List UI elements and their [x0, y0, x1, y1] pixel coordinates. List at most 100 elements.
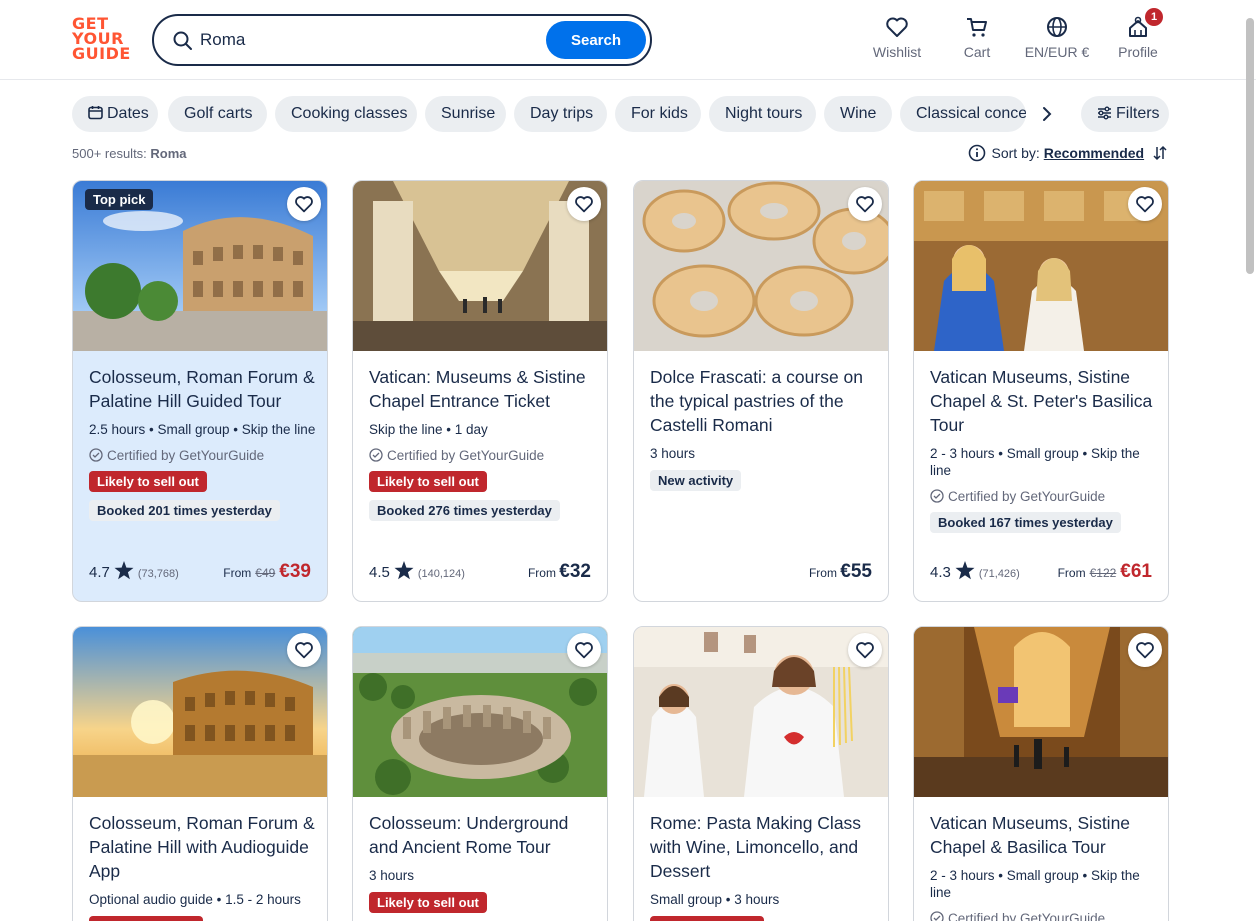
card-meta: 2 - 3 hours • Small group • Skip the lin… [930, 446, 1140, 478]
heart-icon [856, 642, 874, 659]
price: From €55 [808, 561, 872, 582]
filters-button[interactable]: Filters [1081, 96, 1169, 132]
sort-arrows-icon [1153, 145, 1167, 161]
check-badge-icon [369, 448, 383, 462]
sort-value[interactable]: Recommended [1044, 145, 1144, 161]
page-scrollbar[interactable] [1246, 18, 1254, 274]
cart-icon [967, 18, 987, 37]
card-footer: 4.3 (71,426) From €122 €61 [930, 561, 1152, 585]
chip-day-trips[interactable]: Day trips [514, 96, 607, 132]
card-title[interactable]: Vatican Museums, Sistine Chapel & St. Pe… [930, 365, 1158, 437]
sell-out-badge: Likely to sell out [369, 892, 487, 913]
heart-icon [575, 196, 593, 213]
sell-out-badge: Likely to sell out [89, 471, 207, 492]
activity-card[interactable]: Colosseum, Roman Forum & Palatine Hill w… [72, 626, 328, 921]
chip-classical-concerts[interactable]: Classical concer [900, 96, 1026, 132]
price: From €32 [527, 561, 591, 582]
card-meta: Small group • 3 hours [650, 892, 780, 907]
card-title[interactable]: Colosseum, Roman Forum & Palatine Hill w… [89, 811, 317, 883]
certified-label: Certified by GetYourGuide [930, 911, 1158, 921]
search-button[interactable]: Search [546, 21, 646, 59]
new-activity-badge: New activity [650, 470, 742, 491]
heart-icon [886, 17, 908, 37]
card-footer: 4.5 (140,124) From €32 [369, 561, 591, 585]
search-bar: Search [152, 14, 652, 66]
activity-card[interactable]: Rome: Pasta Making Class with Wine, Limo… [633, 626, 889, 921]
top-pick-badge: Top pick [85, 189, 154, 210]
card-title[interactable]: Colosseum, Roman Forum & Palatine Hill G… [89, 365, 317, 413]
heart-icon [295, 196, 313, 213]
chip-night-tours[interactable]: Night tours [709, 96, 816, 132]
card-title[interactable]: Colosseum: Underground and Ancient Rome … [369, 811, 597, 859]
chip-sunrise[interactable]: Sunrise [425, 96, 506, 132]
info-icon[interactable] [968, 144, 986, 162]
booked-badge: Booked 276 times yesterday [369, 500, 560, 521]
certified-label: Certified by GetYourGuide [930, 489, 1158, 504]
card-title[interactable]: Dolce Frascati: a course on the typical … [650, 365, 878, 437]
card-body: Dolce Frascati: a course on the typical … [650, 365, 878, 491]
wishlist-button[interactable]: Wishlist [872, 16, 922, 60]
globe-icon [1047, 17, 1067, 37]
card-body: Colosseum, Roman Forum & Palatine Hill w… [89, 811, 317, 921]
activity-card[interactable]: Vatican Museums, Sistine Chapel & St. Pe… [913, 180, 1169, 602]
card-meta: 2.5 hours • Small group • Skip the line [89, 422, 316, 437]
wishlist-toggle[interactable] [848, 187, 882, 221]
header: GET YOUR GUIDE Search Wishlist Cart EN/E… [0, 0, 1256, 80]
sort-control[interactable]: Sort by: Recommended [968, 144, 1169, 162]
wishlist-toggle[interactable] [848, 633, 882, 667]
activity-card[interactable]: Dolce Frascati: a course on the typical … [633, 180, 889, 602]
activity-card[interactable]: Vatican Museums, Sistine Chapel & Basili… [913, 626, 1169, 921]
card-body: Colosseum, Roman Forum & Palatine Hill G… [89, 365, 317, 521]
activity-card[interactable]: Colosseum: Underground and Ancient Rome … [352, 626, 608, 921]
price: From €49 €39 [223, 561, 311, 582]
check-badge-icon [930, 489, 944, 503]
sliders-icon [1098, 106, 1111, 120]
price: From €122 €61 [1057, 561, 1152, 582]
chip-for-kids[interactable]: For kids [615, 96, 701, 132]
card-footer: 4.7 (73,768) From €49 €39 [89, 561, 311, 585]
booked-badge: Booked 167 times yesterday [930, 512, 1121, 533]
activity-card[interactable]: Top pick Colosseum, Roman Forum & Palati… [72, 180, 328, 602]
chip-golf-carts[interactable]: Golf carts [168, 96, 267, 132]
wishlist-toggle[interactable] [1128, 633, 1162, 667]
star-icon [394, 561, 414, 580]
wishlist-toggle[interactable] [287, 633, 321, 667]
sell-out-badge: Likely to sell out [369, 471, 487, 492]
search-icon [173, 31, 192, 50]
notification-badge: 1 [1145, 8, 1163, 26]
card-title[interactable]: Vatican: Museums & Sistine Chapel Entran… [369, 365, 597, 413]
card-body: Rome: Pasta Making Class with Wine, Limo… [650, 811, 878, 921]
activity-card[interactable]: Vatican: Museums & Sistine Chapel Entran… [352, 180, 608, 602]
card-meta: Skip the line • 1 day [369, 422, 488, 437]
rating: 4.3 (71,426) [930, 561, 1020, 581]
wishlist-toggle[interactable] [567, 187, 601, 221]
sell-out-badge [650, 916, 764, 921]
chip-wine[interactable]: Wine [824, 96, 892, 132]
star-icon [114, 561, 134, 580]
certified-label: Certified by GetYourGuide [369, 448, 597, 463]
chevron-right-icon[interactable] [1040, 106, 1054, 122]
card-meta: 2 - 3 hours • Small group • Skip the lin… [930, 868, 1140, 900]
heart-icon [575, 642, 593, 659]
check-badge-icon [89, 448, 103, 462]
cart-button[interactable]: Cart [960, 16, 994, 60]
getyourguide-logo[interactable]: GET YOUR GUIDE [72, 16, 132, 64]
chip-cooking-classes[interactable]: Cooking classes [275, 96, 417, 132]
card-title[interactable]: Rome: Pasta Making Class with Wine, Limo… [650, 811, 878, 883]
calendar-icon [88, 106, 103, 120]
heart-icon [295, 642, 313, 659]
chip-dates[interactable]: Dates [72, 96, 158, 132]
heart-icon [1136, 642, 1154, 659]
card-meta: 3 hours [650, 446, 696, 461]
language-currency-button[interactable]: EN/EUR € [1022, 16, 1092, 60]
card-title[interactable]: Vatican Museums, Sistine Chapel & Basili… [930, 811, 1158, 859]
search-input[interactable] [200, 26, 540, 54]
wishlist-toggle[interactable] [1128, 187, 1162, 221]
card-footer: From €55 [650, 561, 872, 585]
sell-out-badge [89, 916, 203, 921]
certified-label: Certified by GetYourGuide [89, 448, 317, 463]
wishlist-toggle[interactable] [567, 633, 601, 667]
wishlist-toggle[interactable] [287, 187, 321, 221]
check-badge-icon [930, 911, 944, 921]
heart-icon [856, 196, 874, 213]
